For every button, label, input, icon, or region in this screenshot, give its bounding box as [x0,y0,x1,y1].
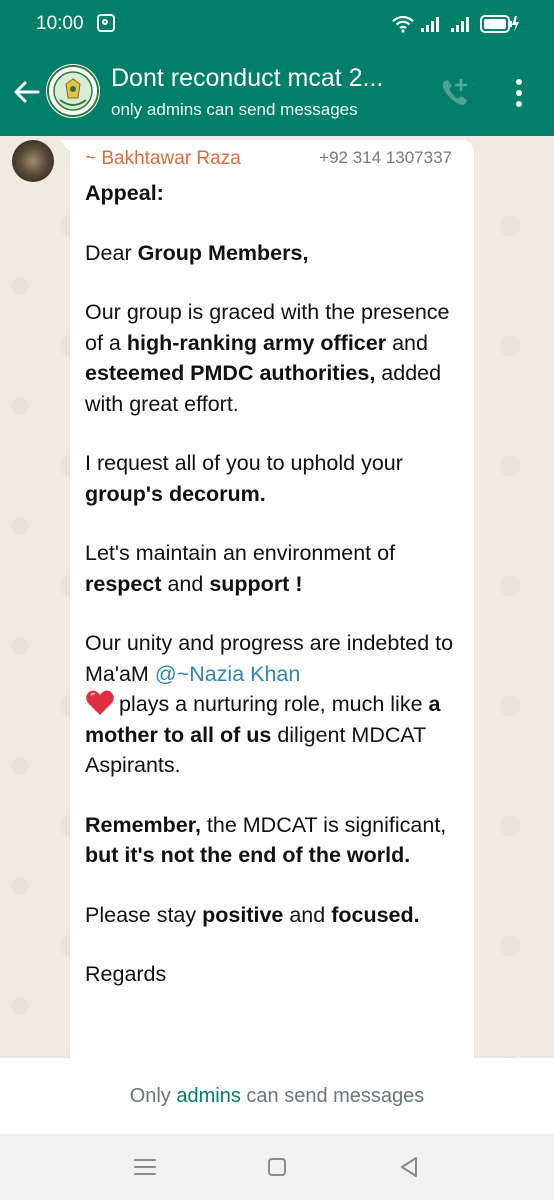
heart-icon [86,690,114,715]
chat-area[interactable]: ~ Bakhtawar Raza +92 314 1307337 Appeal:… [0,136,554,1058]
menu-nav-icon[interactable] [132,1154,158,1180]
p6-b: positive [202,902,284,927]
back-nav-icon[interactable] [396,1154,422,1180]
dear-bold: Group Members, [137,240,309,265]
more-options-icon[interactable] [508,76,530,110]
signal-icon-2 [451,17,469,32]
home-nav-icon[interactable] [264,1154,290,1180]
battery-icon [480,15,519,33]
p6-c: and [283,902,332,927]
sender-name[interactable]: ~ Bakhtawar Raza [85,148,241,170]
regards-text: Regards [85,962,167,986]
status-bar: 10:00 [0,0,554,48]
p6-a: Please stay [85,902,203,927]
p5-c: but it's not the end of the world. [85,843,411,867]
message-heading: Appeal: [85,181,164,205]
p2-a: I request all of you to uphold your [85,451,403,475]
message-bubble[interactable]: ~ Bakhtawar Raza +92 314 1307337 Appeal:… [70,140,474,1058]
system-nav-bar [0,1134,554,1200]
instagram-notification-icon [97,14,115,32]
status-time: 10:00 [36,13,84,34]
p3-a: Let's maintain an environment of [85,541,396,565]
wifi-icon [392,15,414,33]
p1-b: high-ranking army officer [126,330,387,355]
group-subtitle: only admins can send messages [111,100,358,119]
p1-c: and [386,330,428,355]
signal-icon [421,17,439,32]
dear-text: Dear [85,240,138,265]
p3-c: and [161,571,210,596]
chat-header: Dont reconduct mcat 2... only admins can… [0,48,554,136]
status-icons [392,12,520,36]
sender-avatar[interactable] [12,140,54,182]
message-text: Appeal: Dear Group Members, Our group is… [85,178,465,1019]
mention-link[interactable]: @~Nazia Khan [155,662,301,686]
p3-d: support ! [209,571,303,596]
sender-phone: +92 314 1307337 [319,148,452,167]
p5-a: Remember, [85,812,201,837]
admins-only-notice: Only admins can send messages [0,1058,554,1134]
group-title[interactable]: Dont reconduct mcat 2... [111,64,421,93]
notice-text-b: can send messages [240,1085,425,1107]
p2-b: group's decorum. [85,481,266,506]
notice-text-a: Only [129,1085,177,1107]
p6-d: focused. [331,902,420,927]
group-logo-icon [47,65,99,117]
p3-b: respect [85,571,162,596]
p5-b: the MDCAT is significant, [200,812,447,837]
p4-b: plays a nurturing role, much like [119,692,429,716]
back-arrow-icon[interactable] [10,76,42,108]
p1-d: esteemed PMDC authorities, [85,361,376,385]
admins-link[interactable]: admins [176,1085,240,1107]
group-avatar[interactable] [46,64,100,118]
add-call-icon[interactable] [438,76,472,110]
